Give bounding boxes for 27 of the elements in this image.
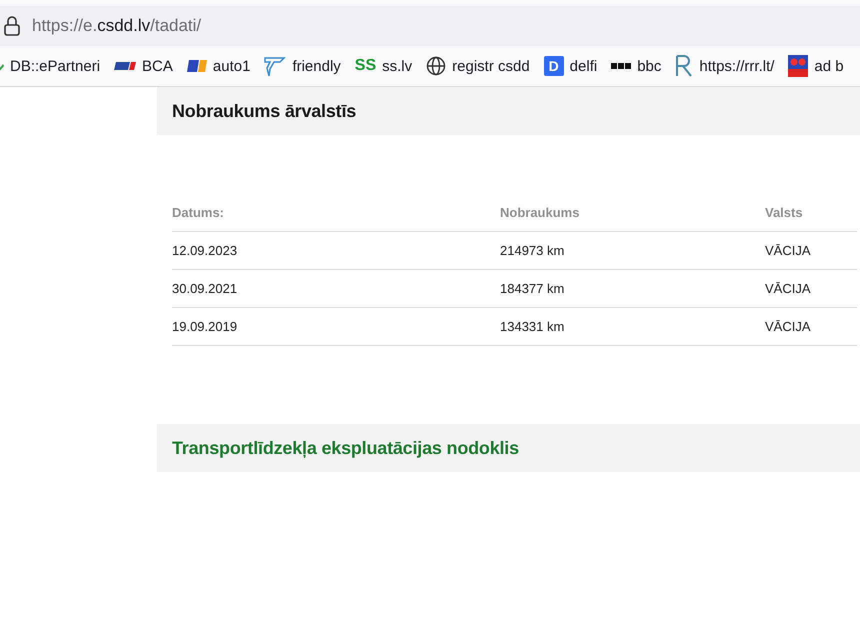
table-cell: 214973 km	[500, 232, 765, 270]
table-cell: VĀCIJA	[765, 270, 857, 308]
column-header: Datums:	[172, 193, 500, 232]
section-title: Nobraukums ārvalstīs	[172, 100, 356, 122]
bookmark-link[interactable]: ss.lv	[382, 58, 412, 74]
table-cell: 19.09.2019	[172, 308, 500, 346]
table-cell: 184377 km	[500, 270, 765, 308]
bookmark-link[interactable]: friendly	[292, 58, 341, 74]
d-logo: D	[544, 56, 564, 76]
table-cell: VĀCIJA	[765, 308, 857, 346]
table-cell: 12.09.2023	[172, 232, 500, 270]
bookmark-link[interactable]: registr csdd	[452, 58, 530, 74]
bookmark-link[interactable]: delfi	[570, 58, 598, 74]
ss-logo: SS	[354, 57, 376, 75]
column-header: Valsts	[765, 193, 857, 232]
bookmark-link[interactable]: bbc	[637, 58, 662, 74]
bookmark-link[interactable]: BCA	[142, 58, 173, 74]
section-title: Transportlīdzekļa ekspluatācijas nodoklis	[172, 438, 519, 458]
bookmark-link[interactable]: DB::ePartneri	[10, 58, 100, 74]
url-text[interactable]: https://e.csdd.lv/tadati/	[32, 16, 202, 36]
table-cell: 30.09.2021	[172, 270, 500, 308]
table-cell: VĀCIJA	[765, 232, 857, 270]
bookmark-link[interactable]: ad b	[814, 58, 844, 74]
column-header: Nobraukums	[500, 193, 765, 232]
bookmark-link[interactable]: https://rrr.lt/	[699, 58, 774, 74]
table-cell: 134331 km	[500, 308, 765, 346]
bookmark-link[interactable]: auto1	[212, 58, 250, 74]
